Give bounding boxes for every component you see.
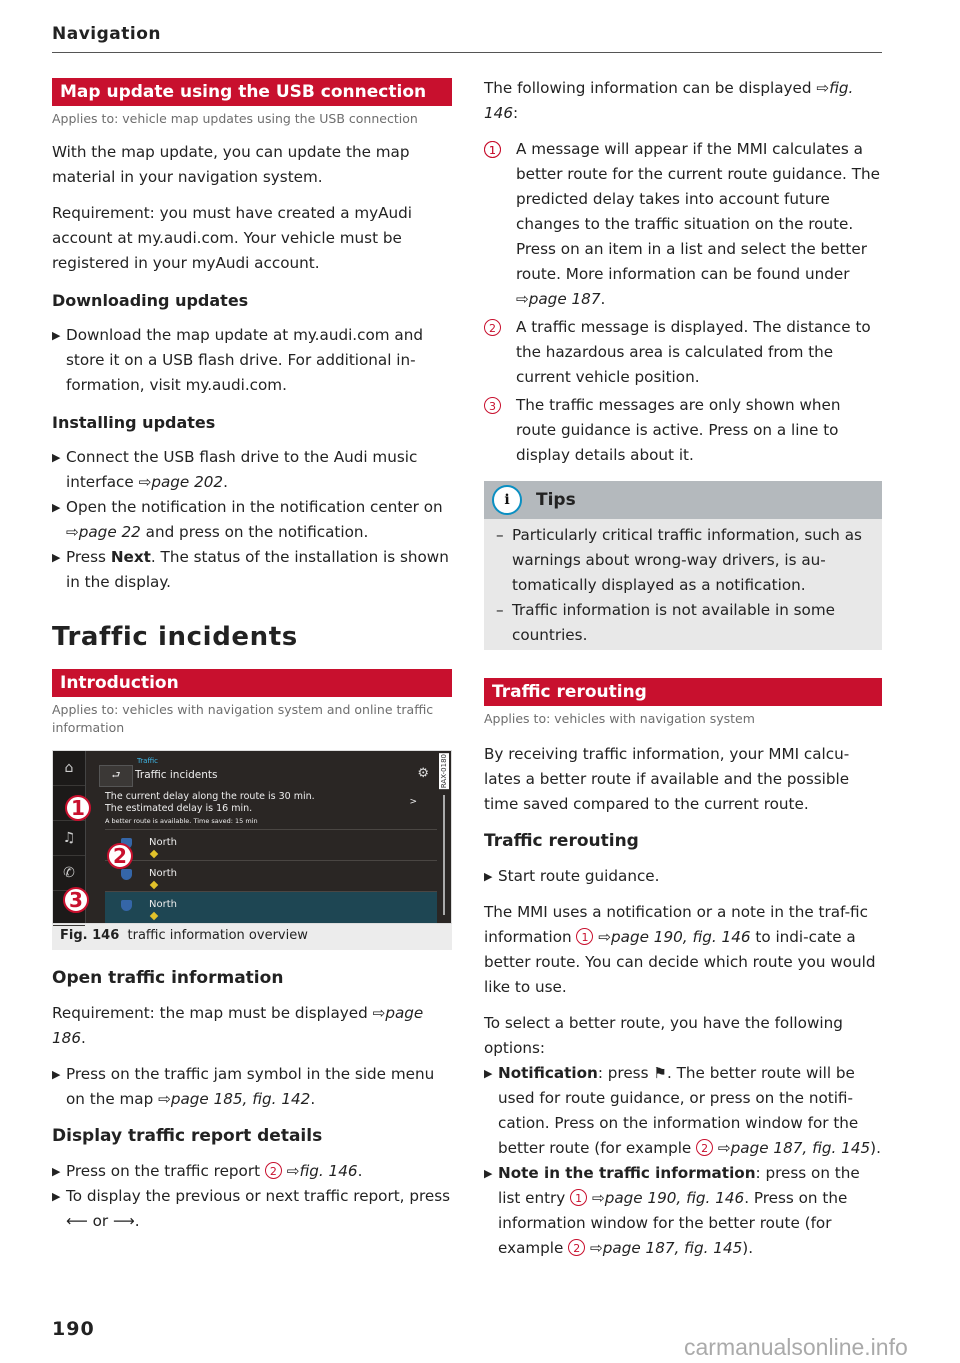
map-update-section: Map update using the USB connection Appl… [52, 78, 452, 595]
introduction-section: Introduction Applies to: vehicles with n… [52, 669, 452, 737]
step: ▶ Press on the traffic report 2 ⇨fig. 146… [52, 1162, 363, 1180]
section-heading: Map update using the USB connection [52, 78, 452, 106]
subheading: Downloading updates [52, 291, 249, 310]
callout-3: 3 [63, 887, 89, 913]
info-icon: i [492, 485, 522, 515]
tip-item: – Traffic information is not available in… [496, 601, 835, 644]
step: ▶ Press on the traffic jam symbol in the … [52, 1065, 435, 1108]
page-number: 190 [52, 1318, 95, 1340]
paragraph: Requirement: you must have created a myA… [52, 204, 413, 272]
tips-box: i Tips – Particularly critical traffic inf… [484, 481, 882, 650]
applies-to: Applies to: vehicles with navigation sys… [52, 702, 434, 735]
page-link[interactable]: page 22 [79, 523, 141, 541]
page-link[interactable]: page 187, fig. 145 [603, 1239, 743, 1257]
callout-2: 2 [107, 843, 133, 869]
chapter-title: Traffic incidents [52, 622, 298, 652]
paragraph: With the map update, you can update the … [52, 143, 410, 186]
home-icon[interactable]: ⌂ [53, 751, 85, 786]
option: ▶ Notification: press ⚑. The better route… [484, 1064, 881, 1157]
highway-shield-icon [121, 869, 132, 880]
subheading: Display traffic report details [52, 1126, 323, 1146]
legend-item-2: 2A traffic message is displayed. The dis… [484, 315, 882, 390]
option: ▶ Note in the traffic information: press … [484, 1164, 860, 1257]
subheading: Installing updates [52, 413, 216, 432]
paragraph: To select a better route, you have the f… [484, 1014, 843, 1057]
music-icon[interactable]: ♫ [53, 821, 85, 856]
rerouting-section: Traffic rerouting Applies to: vehicles w… [484, 678, 882, 1261]
legend-item-3: 3 The traffic messages are only shown whe… [484, 393, 882, 468]
delay-message[interactable]: The current delay along the route is 30 … [105, 791, 315, 827]
figure-146: ⌂ ♫ ✆ ⮐ Traffic Traffic incidents ⚙ RAX-… [52, 750, 452, 950]
section-title: Navigation [52, 24, 161, 44]
traffic-row-selected[interactable]: North [105, 891, 437, 923]
applies-to: Applies to: vehicle map updates using th… [52, 111, 418, 126]
step: ▶ Start route guidance. [484, 867, 660, 885]
page-link[interactable]: page 190, fig. 146 [611, 928, 751, 946]
paragraph: The following information can be display… [484, 79, 854, 122]
page-link[interactable]: page 185, fig. 142 [171, 1090, 311, 1108]
back-button[interactable]: ⮐ [99, 765, 133, 787]
step: ▶ Press Next. The status of the installat… [52, 548, 449, 591]
highway-shield-icon [121, 900, 132, 911]
open-traffic-section: Open traffic information Requirement: th… [52, 966, 452, 1234]
screen-title: Traffic incidents [135, 769, 218, 781]
figure-caption: Fig. 146 traffic information overview [52, 924, 452, 950]
traffic-row[interactable]: North [105, 829, 437, 861]
subheading: Open traffic information [52, 968, 284, 988]
mmi-screen: ⌂ ♫ ✆ ⮐ Traffic Traffic incidents ⚙ RAX-… [52, 750, 452, 926]
paragraph: By receiving traffic information, your M… [484, 745, 850, 813]
chevron-right-icon: > [409, 797, 417, 807]
page-link[interactable]: page 190, fig. 146 [605, 1189, 745, 1207]
warning-icon [149, 911, 159, 921]
section-heading: Traffic rerouting [484, 678, 882, 706]
scrollbar[interactable] [443, 795, 445, 915]
section-heading: Introduction [52, 669, 452, 697]
step: ▶ Connect the USB flash drive to the Audi… [52, 448, 418, 491]
warning-icon [149, 849, 159, 859]
arrow-left-icon: ⟵ [66, 1212, 88, 1230]
warning-icon [149, 880, 159, 890]
gear-icon[interactable]: ⚙ [417, 766, 429, 781]
page-header: Navigation [52, 24, 882, 53]
page-link[interactable]: page 202 [151, 473, 223, 491]
callout-1: 1 [65, 795, 91, 821]
destination-flag-icon: ⚑ [653, 1064, 667, 1082]
phone-icon[interactable]: ✆ [53, 856, 85, 891]
arrow-right-icon: ⟶ [112, 1212, 135, 1230]
tips-title: Tips [536, 490, 576, 510]
paragraph: Requirement: the map must be displayed ⇨… [52, 1004, 424, 1047]
traffic-row[interactable]: North [105, 860, 437, 892]
watermark: carmanualsonline.info [684, 1334, 908, 1360]
applies-to: Applies to: vehicles with navigation sys… [484, 711, 755, 726]
legend-item-1: 1A message will appear if the MMI calcul… [484, 137, 882, 312]
subheading: Traffic rerouting [484, 831, 639, 851]
page-link[interactable]: page 187 [529, 290, 601, 308]
figure-code: RAX-0180 [439, 753, 449, 790]
step: ▶ Download the map update at my.audi.com … [52, 326, 423, 394]
step: ▶ Open the notification in the notificati… [52, 498, 443, 541]
page-link[interactable]: page 187, fig. 145 [731, 1139, 871, 1157]
step: ▶ To display the previous or next traffic… [52, 1187, 451, 1230]
paragraph: The MMI uses a notification or a note in… [484, 903, 876, 996]
tip-item: – Particularly critical traffic informati… [496, 526, 862, 594]
figure-link[interactable]: fig. 146 [299, 1162, 357, 1180]
breadcrumb: Traffic [137, 757, 159, 765]
